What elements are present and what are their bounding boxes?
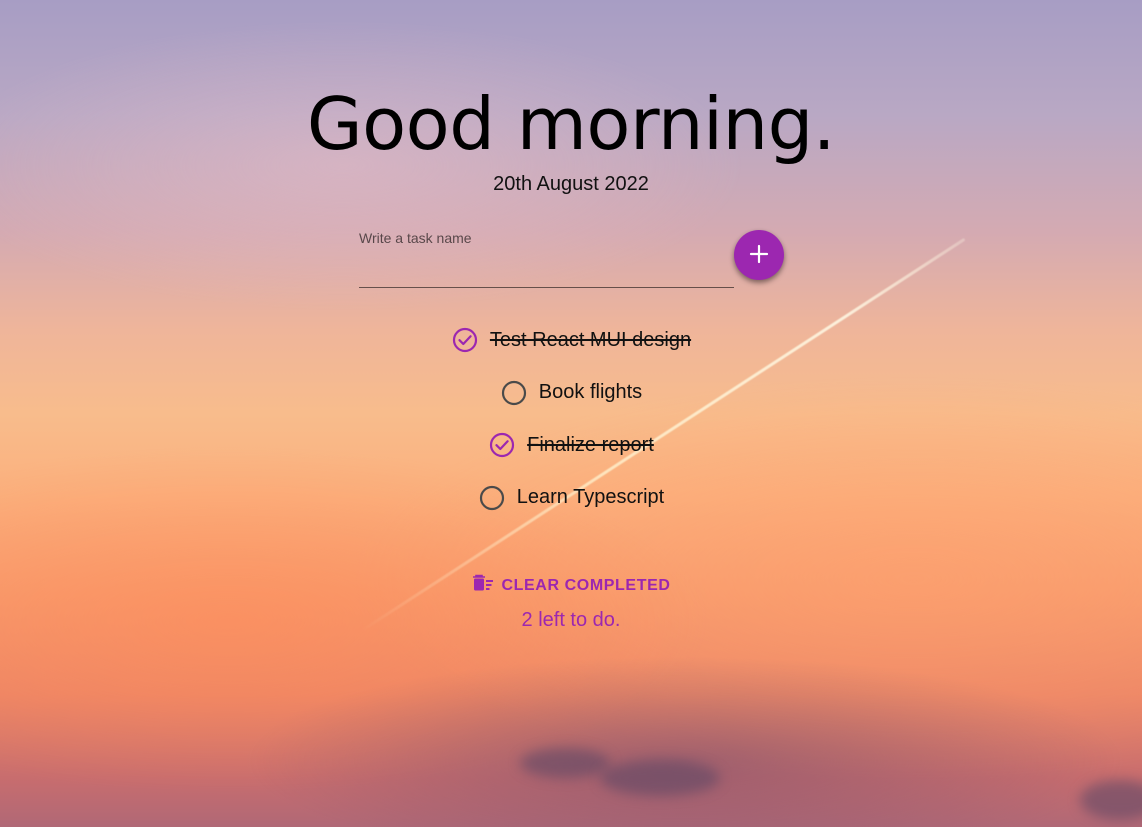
- empty-circle-icon[interactable]: [478, 484, 506, 512]
- current-date: 20th August 2022: [493, 173, 649, 195]
- task-label: Learn Typescript: [516, 486, 665, 509]
- task-label: Finalize report: [527, 433, 654, 456]
- greeting-title: Good morning.: [306, 82, 836, 166]
- task-label: Book flights: [538, 381, 643, 404]
- tasks-left-count: 2 left to do.: [521, 609, 621, 631]
- task-label: Test React MUI design: [489, 328, 692, 351]
- task-item: Test React MUI design: [0, 314, 1142, 367]
- task-name-input[interactable]: [359, 254, 734, 284]
- clear-completed-button[interactable]: CLEAR COMPLETED: [472, 574, 671, 597]
- check-circle-icon[interactable]: [451, 326, 479, 354]
- task-item: Finalize report: [0, 419, 1142, 472]
- task-name-field[interactable]: Write a task name: [359, 226, 734, 288]
- delete-sweep-icon: [472, 574, 494, 597]
- check-circle-icon[interactable]: [488, 431, 516, 459]
- plus-icon: [749, 244, 769, 267]
- todo-app: Good morning. 20th August 2022 Write a t…: [0, 0, 1142, 827]
- clear-completed-label: CLEAR COMPLETED: [501, 576, 671, 594]
- task-list: Test React MUI design Book flights Finaliz…: [0, 314, 1142, 524]
- empty-circle-icon[interactable]: [500, 379, 528, 407]
- task-item: Learn Typescript: [0, 472, 1142, 525]
- add-task-button[interactable]: [734, 230, 784, 280]
- clear-completed-row: CLEAR COMPLETED: [0, 574, 1142, 597]
- task-name-label: Write a task name: [359, 230, 472, 246]
- task-item: Book flights: [0, 367, 1142, 420]
